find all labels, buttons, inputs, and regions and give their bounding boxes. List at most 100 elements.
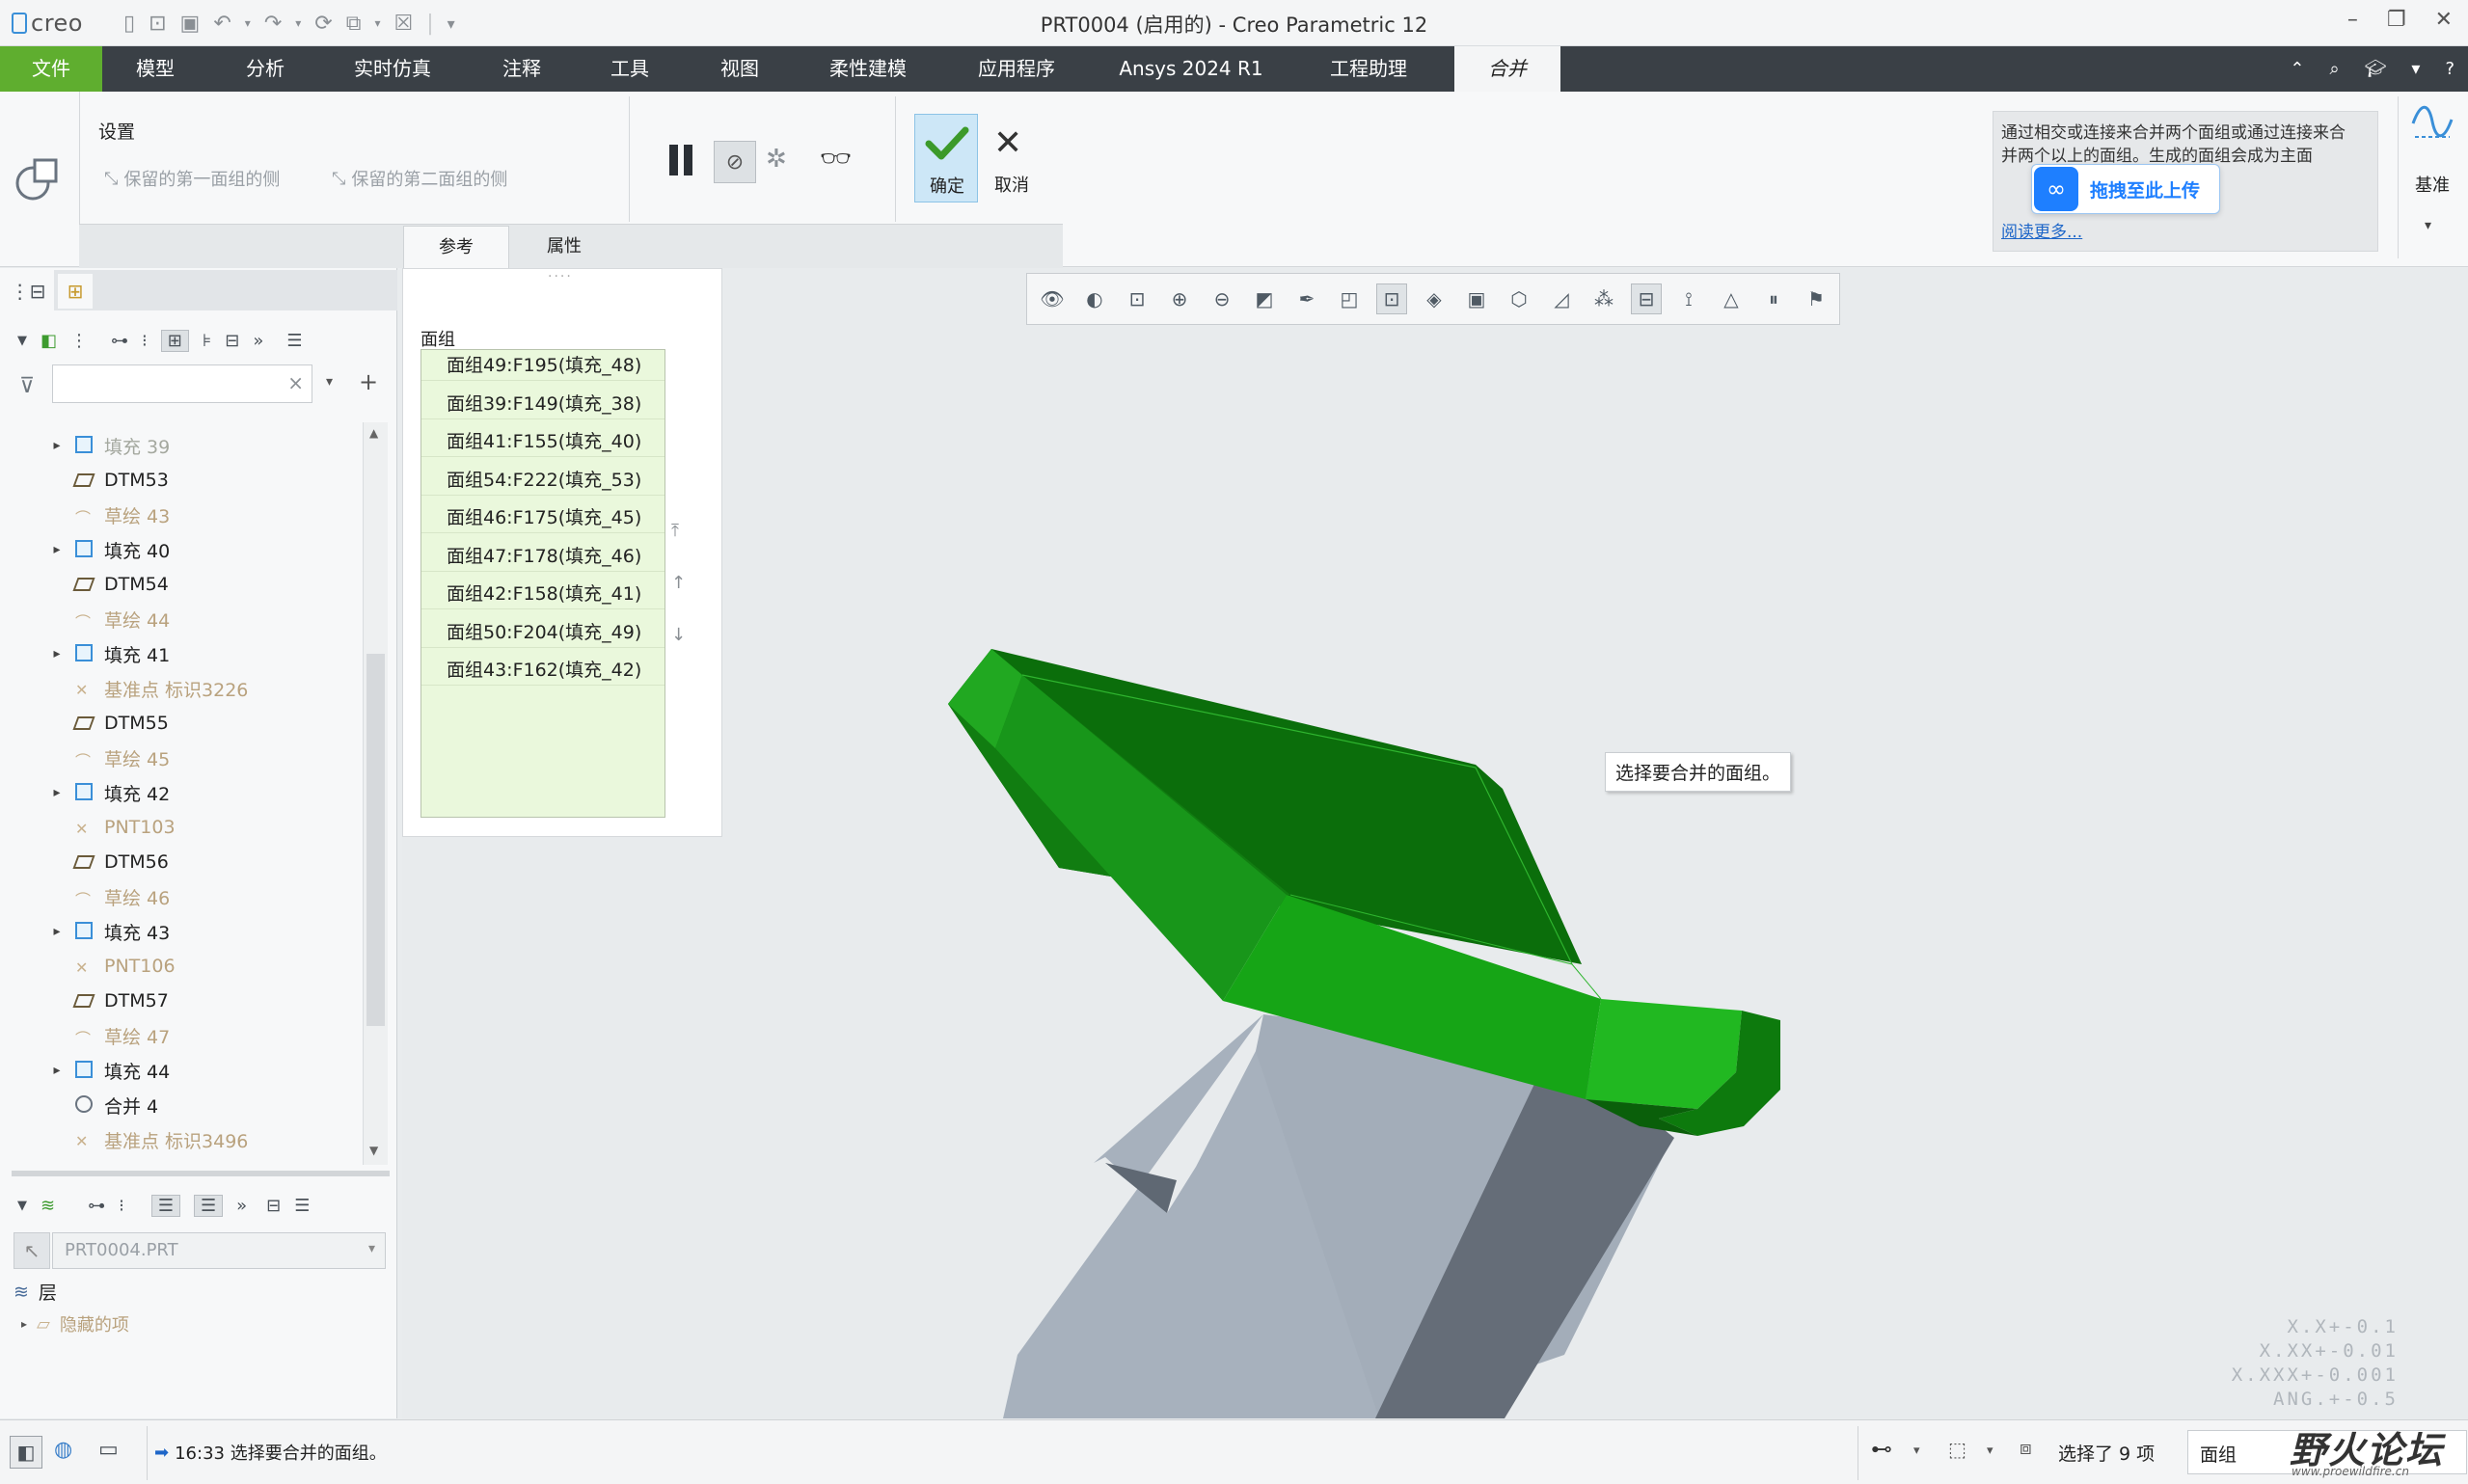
tab-applications[interactable]: 应用程序 [963,46,1071,92]
box-select-icon[interactable]: ⬚ [1948,1438,1966,1461]
surfaces-collector[interactable]: 面组49:F195(填充_48) 面组39:F149(填充_38) 面组41:F15… [420,349,665,818]
tree-item[interactable]: ⌒ 草绘 43 [0,498,362,532]
collector-item[interactable]: 面组42:F158(填充_41) [421,579,664,609]
tree-item[interactable]: ▸ 填充 42 [0,775,362,810]
tree-options-icon[interactable]: ☰ [286,331,302,351]
tree-item[interactable]: DTM55 [0,706,362,741]
caret-up-icon[interactable]: ⌃ [2290,59,2304,79]
part-icon[interactable]: ◧ [41,331,57,351]
tree-filter-icon[interactable]: ⊧ [203,331,211,351]
collector-item[interactable]: 面组43:F162(填充_42) [421,655,664,686]
layer-hide-icon[interactable]: ☰ [193,1194,224,1217]
selection-mode-icon[interactable]: ⊡ [1376,283,1407,314]
layer-collapse-icon[interactable]: ▼ [17,1199,27,1213]
tree-item[interactable]: DTM56 [0,845,362,879]
layer-options-icon[interactable]: ☰ [294,1196,310,1216]
add-filter-icon[interactable]: + [359,368,378,395]
tree-collapse-icon[interactable]: ▼ [17,334,27,348]
no-preview-button[interactable]: ⊘ [714,141,756,183]
tree-search-input[interactable]: × [52,364,312,403]
tree-item[interactable]: ✕ 基准点 标识3226 [0,671,362,706]
tree-structure-icon[interactable]: ⋮ [70,331,88,351]
layer-show-icon[interactable]: ☰ [150,1194,180,1217]
tree-item[interactable]: ⌒ 草绘 44 [0,602,362,636]
tab-ansys[interactable]: Ansys 2024 R1 [1109,46,1273,92]
view-manager-icon[interactable]: 👁︎ [1037,283,1068,314]
read-more-link[interactable]: 阅读更多... [2001,218,2082,242]
more-icon[interactable]: » [236,1196,247,1216]
tree-item[interactable]: ⌒ 草绘 45 [0,741,362,775]
datum-dropdown-icon[interactable]: ▾ [2425,218,2431,233]
tree-scrollbar[interactable]: ▲ ▼ [363,422,388,1165]
full-screen-icon[interactable]: ▭ [98,1438,119,1462]
camera-icon[interactable]: ▣ [1461,283,1492,314]
selected-count[interactable]: 选择了 9 项 [2058,1440,2155,1466]
tree-table-icon[interactable]: ⊞ [160,329,189,352]
tree-item[interactable]: ✕ PNT106 [0,949,362,984]
collector-item[interactable]: 面组41:F155(填充_40) [421,426,664,457]
tree-item[interactable]: ▸ 填充 40 [0,532,362,567]
panel-grip[interactable]: ···· [548,269,573,284]
tab-engineering-assistant[interactable]: 工程助理 [1312,46,1425,92]
expand-arrow-icon[interactable]: ▸ [46,924,68,939]
select-dropdown-icon[interactable]: ▾ [1987,1444,1993,1458]
layer-list-icon[interactable]: ⁝ [119,1196,124,1216]
graduation-cap-icon[interactable]: 🎓︎ [2365,59,2387,79]
tree-item[interactable]: ▸ 填充 43 [0,914,362,949]
panel-splitter[interactable] [12,1171,390,1176]
layer-settings-icon[interactable]: ⊟ [266,1196,281,1216]
section-icon[interactable]: ◿ [1546,283,1577,314]
move-up-icon[interactable]: ↑ [671,573,686,593]
collector-item[interactable]: 面组54:F222(填充_53) [421,465,664,496]
shading-icon[interactable]: △ [1716,283,1747,314]
folder-browser-tab-icon[interactable]: ⊞ [58,274,93,309]
scroll-up-icon[interactable]: ▲ [369,426,378,440]
tree-item[interactable]: ⌒ 草绘 47 [0,1018,362,1053]
tree-item[interactable]: ▸ 填充 44 [0,1053,362,1088]
tree-item[interactable]: 合并 4 [0,1088,362,1122]
tab-tools[interactable]: 工具 [588,46,671,92]
tab-analysis[interactable]: 分析 [224,46,307,92]
model-select-dropdown[interactable]: PRT0004.PRT ▾ [52,1232,386,1269]
find-icon[interactable]: ⊷ [1871,1438,1892,1462]
expand-arrow-icon[interactable]: ▸ [46,785,68,800]
layer-stack-icon[interactable]: ≋ [41,1196,55,1216]
pause-button[interactable] [664,143,698,177]
datum-group-label[interactable]: 基准 [2407,172,2457,197]
selected-items-icon[interactable]: ⧈ [2020,1436,2032,1459]
datum-curve-icon[interactable] [2411,102,2454,148]
expand-arrow-icon[interactable]: ▸ [46,1063,68,1078]
saved-views-icon[interactable]: ◰ [1334,283,1365,314]
tab-file[interactable]: 文件 [0,46,102,92]
minimize-icon[interactable]: – [2347,8,2358,32]
tab-flexible-modeling[interactable]: 柔性建模 [814,46,922,92]
pause-animation-icon[interactable]: ⏸ [1758,283,1789,314]
chevron-down-icon[interactable]: ▾ [2411,59,2420,79]
model-tree-tab-icon[interactable]: ⋮⊟ [8,272,48,310]
orient-icon[interactable]: ✒ [1291,283,1322,314]
cancel-button[interactable]: ✕ 取消 [988,114,1036,202]
expand-arrow-icon[interactable]: ▸ [46,542,68,557]
tree-item[interactable]: ▸ 填充 39 [0,428,362,463]
filter-icon[interactable]: ⊽ [19,374,35,398]
zoom-in-icon[interactable]: ⊕ [1164,283,1195,314]
tree-columns-icon[interactable]: ⊶ [111,331,128,351]
tree-list-icon[interactable]: ⁝ [142,331,148,351]
tab-properties[interactable]: 属性 [511,226,617,268]
scroll-thumb[interactable] [366,654,385,1026]
upload-widget[interactable]: ∞ 拖拽至此上传 [2031,164,2220,214]
tree-item[interactable]: ⌒ 草绘 46 [0,879,362,914]
verify-preview-button[interactable]: ✲ [766,145,787,174]
repaint-icon[interactable]: ◩ [1249,283,1280,314]
keep-first-side-button[interactable]: ⤡ 保留的第一面组的侧 [104,166,280,191]
clear-search-icon[interactable]: × [287,371,304,394]
restore-icon[interactable]: ❐ [2387,8,2406,32]
tree-item[interactable]: DTM53 [0,463,362,498]
find-dropdown-icon[interactable]: ▾ [1913,1444,1920,1458]
collector-item[interactable]: 面组46:F175(填充_45) [421,502,664,533]
datum-display-icon[interactable]: ⁂ [1588,283,1619,314]
collector-item[interactable]: 面组39:F149(填充_38) [421,389,664,419]
scroll-down-icon[interactable]: ▼ [369,1144,378,1157]
help-icon[interactable]: ? [2445,59,2454,79]
toggle-navigator-icon[interactable]: ◧ [10,1436,42,1469]
